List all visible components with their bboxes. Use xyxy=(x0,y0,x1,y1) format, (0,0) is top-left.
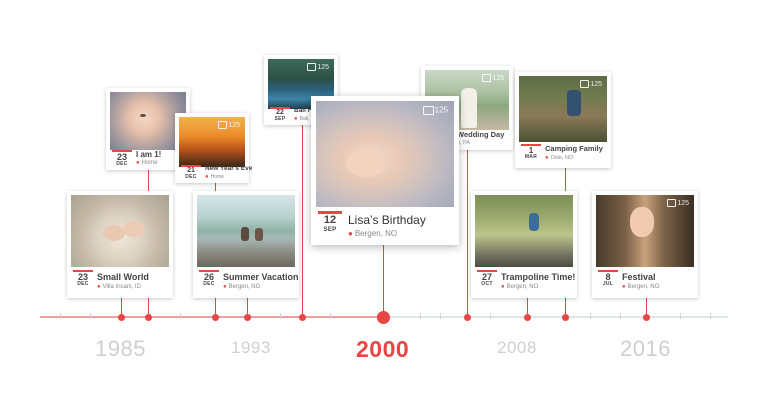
location-pin-icon: ● xyxy=(205,174,209,180)
event-date: 27 OCT xyxy=(477,270,497,287)
timeline-stage: 1985 1993 2000 2008 2016 23 DEC I am 1! … xyxy=(0,0,768,400)
event-date: 1 MAR xyxy=(521,144,541,160)
axis-tick xyxy=(590,313,591,319)
axis-tick xyxy=(330,313,331,319)
stem-wedding-day xyxy=(467,150,468,316)
camping-photo-icon: 125 xyxy=(519,76,607,142)
photo-count: 125 xyxy=(667,199,689,208)
year-label-active[interactable]: 2000 xyxy=(356,336,409,363)
event-date: 12 SEP xyxy=(318,211,342,233)
event-location: ● Bergen, NO xyxy=(348,229,398,238)
timeline-dot-active[interactable] xyxy=(376,310,390,324)
axis-tick xyxy=(440,313,441,319)
event-card-trampoline-time[interactable]: 27 OCT Trampoline Time! ● Bergen, NO xyxy=(471,191,577,298)
timeline-dot[interactable] xyxy=(144,313,152,321)
timeline-dot[interactable] xyxy=(243,313,251,321)
sunset-photo-icon: 125 xyxy=(179,117,245,167)
event-title: I am 1! xyxy=(136,150,162,159)
event-card-small-world[interactable]: 23 DEC Small World ● Villa Insani, ID xyxy=(67,191,173,298)
axis-tick xyxy=(620,313,621,319)
axis-tick xyxy=(280,313,281,319)
stem-lisas-birthday xyxy=(383,245,384,316)
location-pin-icon: ● xyxy=(545,155,549,161)
axis-tick xyxy=(60,313,61,319)
timeline-dot[interactable] xyxy=(463,313,471,321)
event-card-camping-family[interactable]: 125 1 MAR Camping Family ● Oslo, NO xyxy=(515,72,611,168)
year-label[interactable]: 2008 xyxy=(497,338,537,358)
event-date: 22 SEP xyxy=(270,107,290,122)
timeline-dot[interactable] xyxy=(642,313,650,321)
location-pin-icon: ● xyxy=(97,284,101,290)
event-card-lisas-birthday[interactable]: 125 12 SEP Lisa’s Birthday ● Bergen, NO xyxy=(311,96,459,245)
year-label[interactable]: 2016 xyxy=(620,336,671,362)
photo-count: 125 xyxy=(307,63,329,72)
event-date: 26 DEC xyxy=(199,270,219,287)
axis-tick xyxy=(420,313,421,319)
year-label[interactable]: 1985 xyxy=(95,336,146,362)
year-label[interactable]: 1993 xyxy=(231,338,271,358)
girl-portrait-photo-icon: 125 xyxy=(596,195,694,267)
location-pin-icon: ● xyxy=(294,116,298,122)
event-location: ● Home xyxy=(205,174,224,180)
event-title: Summer Vacation xyxy=(223,272,299,282)
event-card-festival[interactable]: 125 8 JUL Festival ● Bergen, NO xyxy=(592,191,698,298)
event-card-new-years-eve[interactable]: 125 21 DEC New Year's Eve ● Home xyxy=(175,113,253,183)
location-pin-icon: ● xyxy=(348,229,353,238)
event-date: 21 DEC xyxy=(181,165,201,180)
photo-count: 125 xyxy=(218,121,240,130)
timeline-dot[interactable] xyxy=(211,313,219,321)
event-date: 23 DEC xyxy=(73,270,93,287)
sleeping-baby-photo-icon: 125 xyxy=(316,101,454,207)
photo-count: 125 xyxy=(422,106,448,115)
event-title: Festival xyxy=(622,272,656,282)
photo-count: 125 xyxy=(482,74,504,83)
axis-tick xyxy=(490,313,491,319)
lake-photo-icon xyxy=(197,195,295,267)
location-pin-icon: ● xyxy=(223,284,227,290)
stem-bali-holiday xyxy=(302,125,303,316)
timeline-dot[interactable] xyxy=(561,313,569,321)
trampoline-photo-icon xyxy=(475,195,573,267)
event-title: Camping Family xyxy=(545,144,603,153)
event-location: ● Home xyxy=(136,160,158,166)
event-date: 23 DEC xyxy=(112,150,132,167)
timeline-dot[interactable] xyxy=(523,313,531,321)
event-date: 8 JUL xyxy=(598,270,618,287)
event-title: Lisa’s Birthday xyxy=(348,213,426,227)
location-pin-icon: ● xyxy=(136,160,140,166)
timeline-dot[interactable] xyxy=(117,313,125,321)
event-location: ● Oslo, NO xyxy=(545,155,574,161)
photo-count: 125 xyxy=(580,80,602,89)
event-location: ● Bergen, NO xyxy=(223,284,261,290)
baby-feet-photo-icon xyxy=(71,195,169,267)
event-location: ● Bergen, NO xyxy=(501,284,539,290)
axis-tick xyxy=(90,313,91,319)
event-title: New Year's Eve xyxy=(205,165,253,172)
location-pin-icon: ● xyxy=(622,284,626,290)
event-card-summer-vacation[interactable]: 26 DEC Summer Vacation ● Bergen, NO xyxy=(193,191,299,298)
event-location: ● Villa Insani, ID xyxy=(97,284,141,290)
location-pin-icon: ● xyxy=(501,284,505,290)
event-title: Wedding Day xyxy=(457,130,505,139)
event-location: ● Bergen, NO xyxy=(622,284,660,290)
axis-tick xyxy=(680,313,681,319)
axis-tick xyxy=(180,313,181,319)
event-title: Small World xyxy=(97,272,149,282)
timeline-dot[interactable] xyxy=(298,313,306,321)
axis-tick xyxy=(710,313,711,319)
event-title: Trampoline Time! xyxy=(501,272,576,282)
